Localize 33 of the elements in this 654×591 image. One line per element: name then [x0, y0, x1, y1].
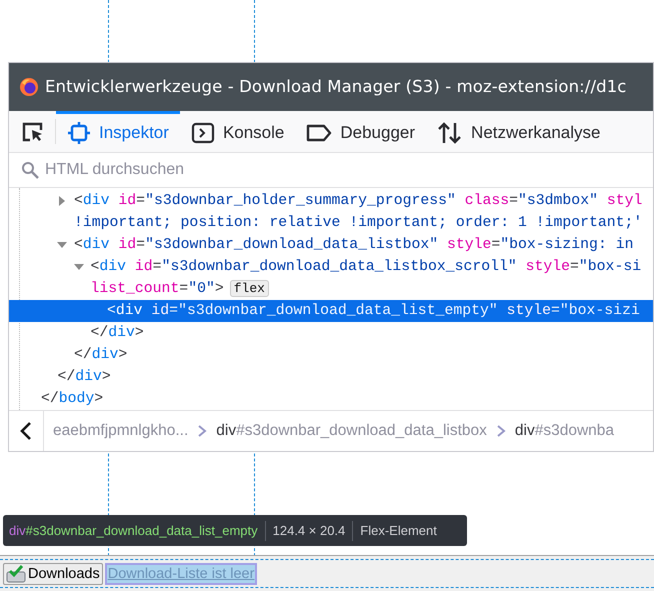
markup-line[interactable]: !important; position: relative !important; order: 1 !important;': [9, 212, 653, 234]
devtools-tab[interactable]: Debugger: [295, 110, 426, 152]
markup-line[interactable]: <div id="s3downbar_holder_summary_progress" class="s3dmbox" styl: [9, 190, 653, 212]
markup-line[interactable]: </body>: [9, 388, 653, 410]
search-field[interactable]: HTML durchsuchen: [43, 160, 653, 180]
markup-line[interactable]: list_count="0"> flex: [9, 278, 653, 300]
console-icon: [190, 121, 215, 146]
markup-line[interactable]: </div>: [9, 366, 653, 388]
element-selector: div#s3downbar_download_data_list_empty: [9, 523, 258, 538]
markup-line[interactable]: <div id="s3downbar_download_data_listbox_scroll" style="box-si: [9, 256, 653, 278]
chevron-icon: [496, 424, 506, 438]
browser-logo-icon: [19, 76, 39, 97]
downloads-button[interactable]: Downloads: [3, 563, 103, 585]
empty-list-message: Download-Liste ist leer: [106, 565, 256, 583]
devtools-tab[interactable]: Netzwerkanalyse: [426, 110, 612, 152]
toggle-triangle-icon[interactable]: [72, 262, 84, 272]
download-tray-icon: [6, 565, 26, 583]
devtools-tab[interactable]: Inspektor: [56, 110, 180, 152]
devtools-tab[interactable]: Konsole: [180, 110, 296, 152]
up-down-arrows-icon: [437, 121, 464, 146]
element-type: Flex-Element: [360, 523, 437, 538]
window-title: Entwicklerwerkzeuge - Download Manager (S3) - moz-extension://d1c: [45, 77, 626, 96]
cursor-icon: [21, 120, 45, 143]
search-icon: [21, 161, 39, 180]
breadcrumb-item[interactable]: div#s3downbar_download_data_listbox: [216, 422, 487, 440]
markup-line[interactable]: </div>: [9, 344, 653, 366]
element-size: 124.4 × 20.4: [272, 523, 346, 538]
markup-line[interactable]: </div>: [9, 322, 653, 344]
markup-line[interactable]: <div id="s3downbar_download_data_listbox" style="box-sizing: in: [9, 234, 653, 256]
crosshair-icon: [67, 121, 91, 146]
toggle-triangle-icon[interactable]: [56, 240, 68, 250]
breadcrumb-item[interactable]: div#s3downba: [514, 422, 614, 440]
chevron-icon: [197, 424, 208, 438]
